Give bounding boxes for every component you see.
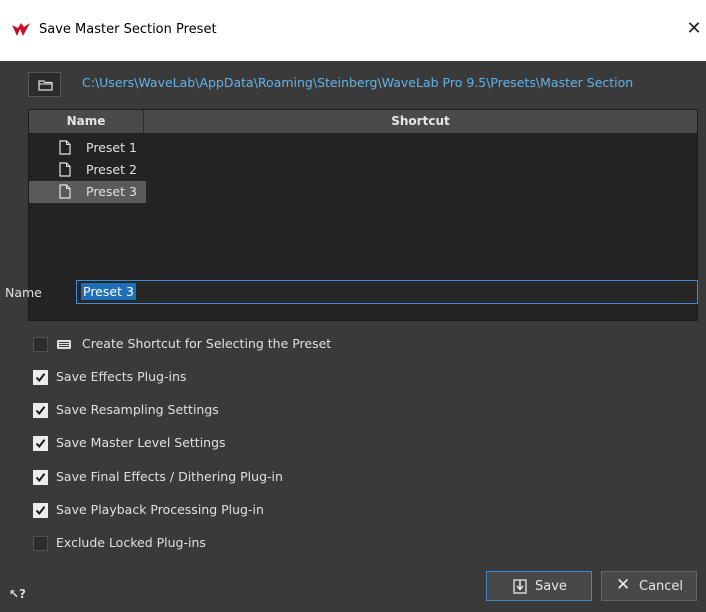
row-name-cell: Preset 3 (29, 181, 146, 203)
window-title: Save Master Section Preset (39, 22, 217, 37)
checkmark-icon (35, 473, 46, 483)
cancel-button[interactable]: ✕ Cancel (601, 571, 697, 601)
checkmark-icon (35, 439, 46, 449)
name-label: Name (5, 285, 42, 300)
option-checkbox[interactable] (33, 503, 48, 518)
browse-folder-button[interactable] (28, 72, 61, 97)
keyboard-icon (57, 340, 71, 349)
option-checkbox[interactable] (33, 436, 48, 451)
row-name-cell: Preset 1 (29, 137, 146, 159)
cancel-button-label: Cancel (639, 579, 684, 594)
title-bar: Save Master Section Preset ✕ (0, 0, 706, 61)
preset-folder-path-link[interactable]: C:\Users\WaveLab\AppData\Roaming\Steinbe… (82, 75, 633, 90)
preset-file-icon (59, 140, 71, 155)
option-checkbox[interactable] (33, 470, 48, 485)
checkmark-icon (35, 406, 46, 416)
row-name-cell: Preset 2 (29, 159, 146, 181)
save-button-label: Save (535, 579, 567, 594)
preset-name: Preset 3 (86, 184, 137, 199)
save-button[interactable]: Save (486, 571, 592, 601)
option-label: Exclude Locked Plug-ins (56, 535, 206, 550)
cancel-x-icon: ✕ (616, 575, 631, 595)
option-label: Save Final Effects / Dithering Plug-in (56, 469, 283, 484)
context-help-icon[interactable]: ↖? (9, 587, 26, 601)
checkmark-icon (35, 373, 46, 383)
column-header-shortcut[interactable]: Shortcut (144, 110, 697, 133)
preset-name: Preset 2 (86, 162, 137, 177)
preset-name-input[interactable] (76, 280, 698, 304)
option-checkbox[interactable] (33, 536, 48, 551)
option-checkbox[interactable] (33, 337, 48, 352)
option-checkbox[interactable] (33, 403, 48, 418)
save-icon (513, 579, 527, 594)
preset-name: Preset 1 (86, 140, 137, 155)
option-label: Save Playback Processing Plug-in (56, 502, 264, 517)
table-row[interactable]: Preset 3 (29, 181, 697, 203)
preset-file-icon (59, 184, 71, 199)
option-label: Save Resampling Settings (56, 402, 219, 417)
option-label: Save Effects Plug-ins (56, 369, 187, 384)
preset-file-icon (59, 162, 71, 177)
table-header: Name Shortcut (29, 110, 697, 134)
wavelab-logo-icon (12, 23, 30, 36)
folder-icon (38, 80, 53, 91)
table-row[interactable]: Preset 1 (29, 137, 697, 159)
close-icon[interactable]: ✕ (684, 17, 704, 41)
dialog-body: C:\Users\WaveLab\AppData\Roaming\Steinbe… (0, 61, 706, 612)
checkmark-icon (35, 506, 46, 516)
option-label: Create Shortcut for Selecting the Preset (82, 336, 332, 351)
option-label: Save Master Level Settings (56, 435, 226, 450)
option-checkbox[interactable] (33, 370, 48, 385)
table-row[interactable]: Preset 2 (29, 159, 697, 181)
column-header-name[interactable]: Name (29, 110, 144, 133)
